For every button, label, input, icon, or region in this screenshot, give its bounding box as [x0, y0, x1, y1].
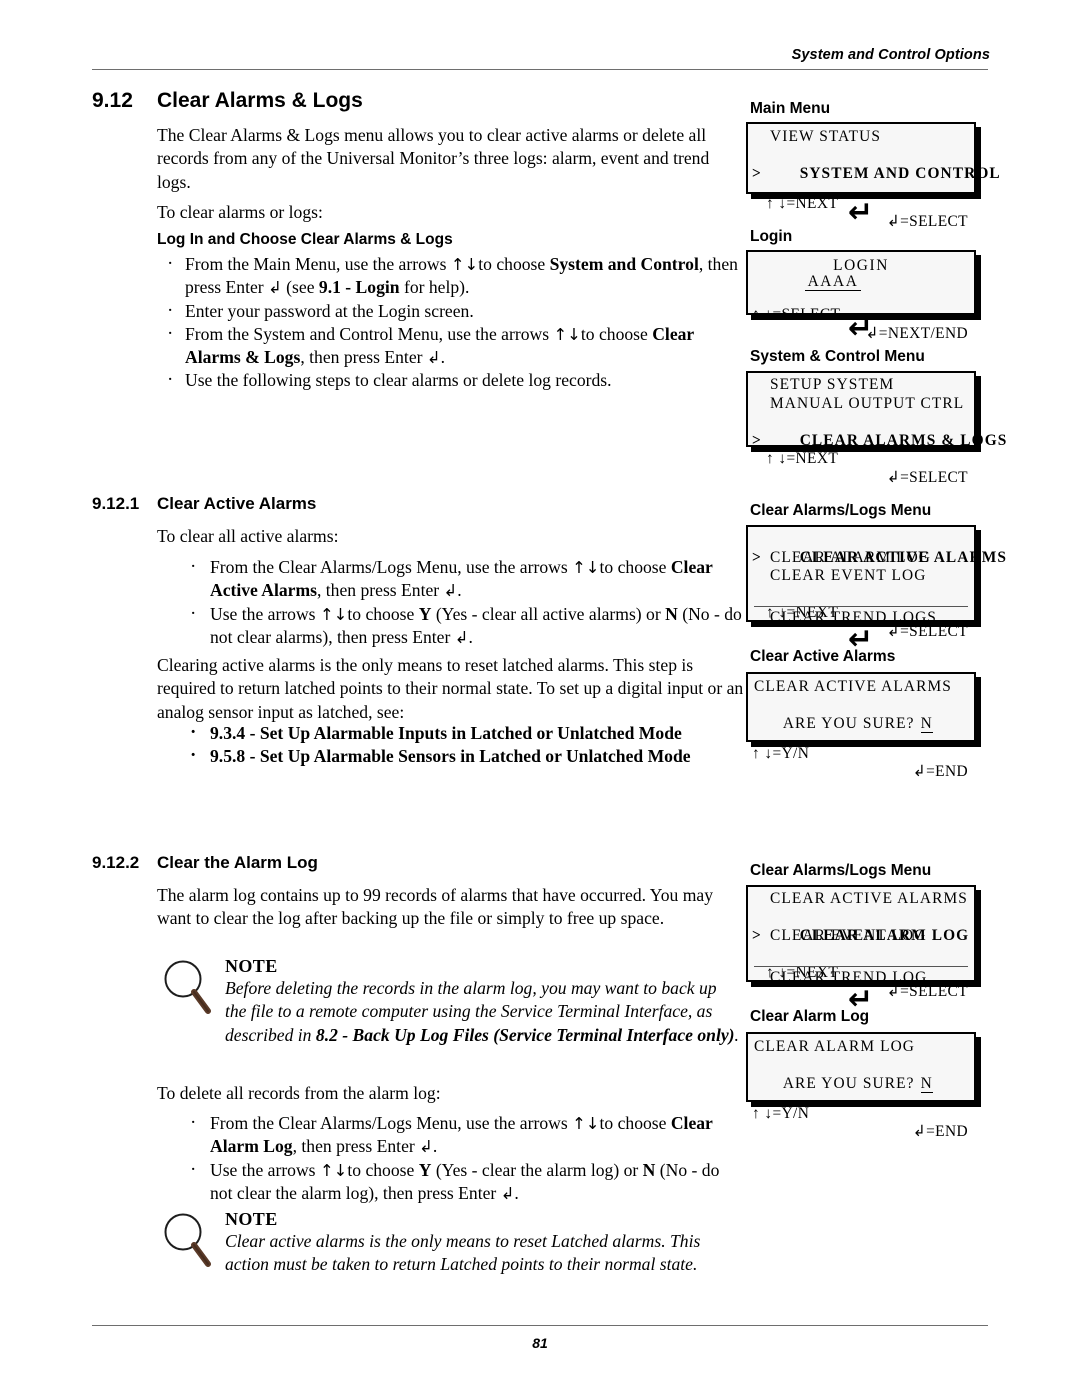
section-9-12-2-paragraph: The alarm log contains up to 99 records …	[157, 885, 713, 929]
lcd-nav-row: ↑ ↓=NEXT ↲=SELECT	[748, 946, 974, 1000]
lcd-row: SETUP SYSTEM	[770, 376, 895, 393]
list-item: Enter your password at the Login screen.	[157, 299, 742, 323]
lcd-row: CLEAR ALARM LOG	[770, 548, 932, 566]
note-body-1: NOTE Before deleting the records in the …	[225, 955, 741, 1047]
lcd-row: CLEAR ACTIVE ALARMS	[770, 890, 968, 907]
lcd-scroll-divider	[754, 966, 968, 967]
lcd-nav-row: ↑ ↓=Y/N ↲=END	[748, 726, 974, 781]
list-item: 9.3.4 - Set Up Alarmable Inputs in Latch…	[180, 721, 742, 745]
lcd-nav-left: ↑ ↓=NEXT	[766, 194, 839, 212]
list-item: From the Main Menu, use the arrows ↑↓to …	[157, 252, 742, 300]
section-title-9-12: Clear Alarms & Logs	[157, 89, 363, 112]
section-title-9-12-1: Clear Active Alarms	[157, 494, 317, 513]
lcd-row: VIEW STATUS	[770, 128, 882, 145]
page-number: 81	[532, 1335, 548, 1351]
lcd-row: CLEAR ALARM LOG	[754, 1038, 916, 1055]
lcd-nav-row: ↑ ↓=NEXT ↲=SELECT	[748, 586, 974, 640]
lcd-label-main-menu: Main Menu	[750, 100, 831, 117]
lcd-scroll-divider	[754, 606, 968, 607]
lcd-row-overflow: CLEAR TREND LOG	[770, 969, 928, 986]
lcd-row-title: LOGIN	[833, 257, 889, 274]
section-9-12-1-refs: 9.3.4 - Set Up Alarmable Inputs in Latch…	[180, 721, 742, 769]
note-title: NOTE	[225, 956, 278, 976]
section-number-9-12-2: 9.12.2	[92, 853, 140, 872]
manual-page: System and Control Options 9.12 Clear Al…	[0, 0, 1080, 1397]
lcd-nav-right: ↲=END	[912, 763, 968, 780]
lcd-label-clear-menu-1: Clear Alarms/Logs Menu	[750, 502, 932, 519]
lcd-nav-row: ↑ ↓=NEXT ↲=SELECT	[748, 432, 974, 486]
section-9-12-bullets: From the Main Menu, use the arrows ↑↓to …	[157, 252, 742, 393]
lcd-label-system-control-menu: System & Control Menu	[750, 348, 925, 365]
note-block-2: NOTE Clear active alarms is the only mea…	[157, 1208, 742, 1318]
lcd-blank-row	[748, 276, 974, 288]
section-9-12-2-lead: To delete all records from the alarm log…	[157, 1083, 441, 1103]
lcd-panel-clear-alarm-log: CLEAR ALARM LOG ARE YOU SURE? N ↑ ↓=Y/N ↲…	[746, 1032, 976, 1141]
list-item: Use the arrows ↑↓to choose Y (Yes - clea…	[180, 602, 742, 650]
lcd-nav-row: ↑ ↓=SELECT ↲=NEXT/END AAAA	[748, 273, 974, 342]
list-item: From the Clear Alarms/Logs Menu, use the…	[180, 1111, 742, 1159]
lcd-nav-left: ↑ ↓=NEXT	[766, 450, 839, 467]
lcd-panel-clear-menu-2: CLEAR ACTIVE ALARMS > CLEAR ALARM LOG CLE…	[746, 885, 976, 1000]
list-item: From the System and Control Menu, use th…	[157, 322, 742, 370]
lcd-nav-left: ↑ ↓=SELECT	[752, 306, 841, 323]
section-title-9-12-2: Clear the Alarm Log	[157, 853, 318, 872]
list-item: Use the arrows ↑↓to choose Y (Yes - clea…	[180, 1158, 742, 1206]
lcd-row-selected: > CLEAR ALARM LOG	[748, 909, 974, 944]
lcd-label-login: Login	[750, 228, 793, 245]
lcd-panel-system-control-menu: SETUP SYSTEM MANUAL OUTPUT CTRL > CLEAR A…	[746, 371, 1006, 486]
note-text: Before deleting the records in the alarm…	[225, 978, 739, 1045]
lcd-row: MANUAL OUTPUT CTRL	[770, 394, 965, 412]
note-body-2: NOTE Clear active alarms is the only mea…	[225, 1208, 741, 1277]
section-number-9-12-1: 9.12.1	[92, 494, 140, 513]
note-title: NOTE	[225, 1209, 278, 1229]
footer-divider	[92, 1325, 988, 1326]
lcd-row: CLEAR EVENT LOG	[770, 567, 927, 584]
lcd-nav-right: ↲=SELECT	[886, 213, 968, 230]
subheading-log-in-choose: Log In and Choose Clear Alarms & Logs	[157, 231, 453, 248]
lcd-nav-right: ↲=END	[912, 1123, 968, 1140]
magnifier-icon	[162, 1212, 214, 1268]
lcd-nav-left: ↑ ↓=Y/N	[752, 744, 810, 762]
section-9-12-1-paragraph: Clearing active alarms is the only means…	[157, 655, 744, 722]
lcd-row: CLEAR ACTIVE ALARMS	[754, 678, 952, 695]
section-9-12-intro: The Clear Alarms & Logs menu allows you …	[157, 125, 710, 192]
enter-arrow-icon: ↵	[848, 195, 874, 230]
list-item: From the Clear Alarms/Logs Menu, use the…	[180, 555, 742, 603]
lcd-nav-left: ↑ ↓=Y/N	[752, 1104, 810, 1122]
lcd-row-prompt: ARE YOU SURE? N	[748, 1057, 974, 1093]
lcd-nav-right: ↲=SELECT	[886, 468, 968, 486]
lcd-row-selected: > CLEAR ALARMS & LOGS	[748, 413, 1006, 449]
magnifier-icon	[162, 959, 214, 1015]
lcd-row-selected: > CLEAR ACTIVE ALARMS	[748, 530, 1006, 566]
running-header-title: System and Control Options	[791, 47, 990, 63]
lcd-row-prompt: ARE YOU SURE? N	[748, 697, 974, 733]
list-item: 9.5.8 - Set Up Alarmable Sensors in Latc…	[180, 744, 742, 768]
lcd-panel-clear-active-alarms: CLEAR ACTIVE ALARMS ARE YOU SURE? N ↑ ↓=Y…	[746, 672, 976, 781]
section-9-12-lead: To clear alarms or logs:	[157, 202, 323, 222]
section-number-9-12: 9.12	[92, 89, 133, 112]
login-password-value[interactable]: AAAA	[805, 273, 861, 291]
lcd-label-clear-active-alarms: Clear Active Alarms	[750, 648, 896, 665]
lcd-label-clear-alarm-log: Clear Alarm Log	[750, 1008, 870, 1025]
lcd-panel-clear-menu-1: > CLEAR ACTIVE ALARMS CLEAR ALARM LOG CLE…	[746, 525, 1006, 640]
note-block-1: NOTE Before deleting the records in the …	[157, 955, 742, 1075]
list-item: Use the following steps to clear alarms …	[157, 368, 742, 392]
lcd-nav-right: ↲=NEXT/END	[865, 324, 968, 342]
section-9-12-1-bullets: From the Clear Alarms/Logs Menu, use the…	[180, 555, 742, 650]
lcd-row-selected: > SYSTEM AND CONTROL	[748, 147, 1000, 182]
lcd-nav-row: ↑ ↓=Y/N ↲=END	[748, 1086, 974, 1141]
header-divider	[92, 69, 988, 70]
lcd-row-overflow: CLEAR TREND LOGS	[770, 609, 937, 626]
section-9-12-1-lead: To clear all active alarms:	[157, 526, 339, 546]
lcd-nav-row: ↑ ↓=NEXT ↲=SELECT	[748, 176, 974, 231]
lcd-label-clear-menu-2: Clear Alarms/Logs Menu	[750, 862, 932, 879]
lcd-row: CLEAR EVENT LOG	[770, 927, 927, 944]
lcd-panel-main-menu: VIEW STATUS > SYSTEM AND CONTROL ↑ ↓=NEXT…	[746, 122, 1000, 231]
section-9-12-2-bullets: From the Clear Alarms/Logs Menu, use the…	[180, 1111, 742, 1206]
lcd-panel-login: LOGIN ↑ ↓=SELECT ↲=NEXT/END AAAA	[746, 250, 976, 342]
note-text: Clear active alarms is the only means to…	[225, 1231, 701, 1275]
